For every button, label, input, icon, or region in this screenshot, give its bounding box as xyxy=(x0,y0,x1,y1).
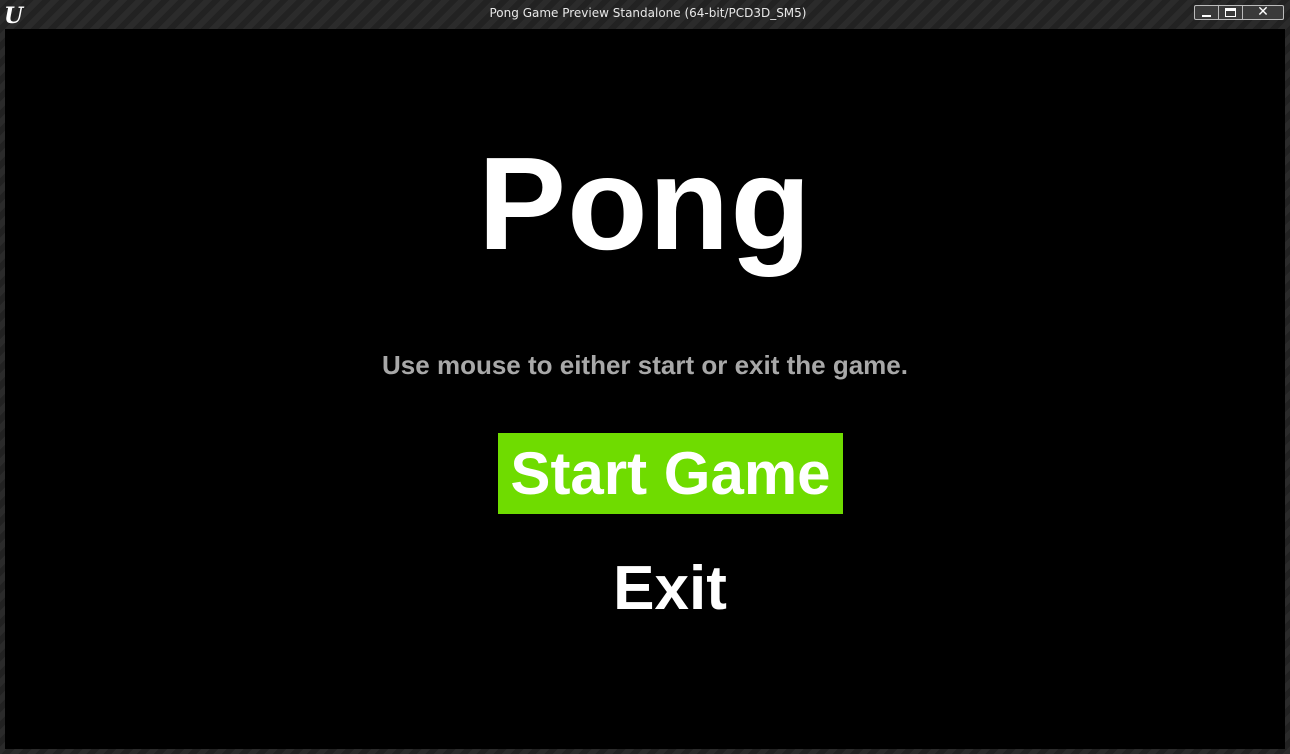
maximize-icon xyxy=(1225,8,1236,17)
instructions-text: Use mouse to either start or exit the ga… xyxy=(382,350,908,380)
window-controls: ✕ xyxy=(1194,5,1284,20)
game-window: U Pong Game Preview Standalone (64-bit/P… xyxy=(0,0,1290,754)
window-title: Pong Game Preview Standalone (64-bit/PCD… xyxy=(489,6,807,20)
start-game-button[interactable]: Start Game xyxy=(498,433,843,514)
game-title: Pong xyxy=(478,130,812,277)
game-viewport: Pong Use mouse to either start or exit t… xyxy=(5,29,1285,749)
maximize-button[interactable] xyxy=(1219,5,1243,20)
close-icon: ✕ xyxy=(1257,4,1269,20)
close-button[interactable]: ✕ xyxy=(1243,5,1284,20)
exit-button[interactable]: Exit xyxy=(565,549,775,629)
minimize-button[interactable] xyxy=(1194,5,1219,20)
title-bar[interactable]: U Pong Game Preview Standalone (64-bit/P… xyxy=(0,0,1290,28)
minimize-icon xyxy=(1202,14,1211,17)
